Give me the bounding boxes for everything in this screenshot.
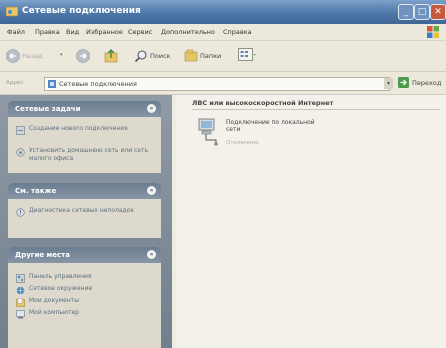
collapse-chevron-icon[interactable]: « xyxy=(147,250,156,259)
network-places-icon xyxy=(16,286,25,295)
group-header: ЛВС или высокоскоростной Интернет xyxy=(192,99,334,107)
task-home-network-label: Установить домашнюю сеть или сеть малого… xyxy=(29,147,149,162)
up-folder-icon xyxy=(104,49,118,63)
address-bar: Адрес Сетевые подключения ▾ Переход xyxy=(0,72,446,95)
network-tasks-panel: Сетевые задачи « Создание нового подключ… xyxy=(8,101,161,173)
address-value: Сетевые подключения xyxy=(59,80,137,88)
up-folder-button[interactable] xyxy=(104,48,118,63)
group-divider xyxy=(192,109,440,110)
views-button[interactable] xyxy=(238,48,256,62)
place-my-documents-label: Мои документы xyxy=(29,297,80,304)
back-button[interactable]: Назад xyxy=(6,49,43,63)
go-arrow-icon xyxy=(398,77,409,88)
other-places-title: Другие места xyxy=(15,251,70,259)
new-connection-icon xyxy=(16,126,25,135)
control-panel-icon xyxy=(16,274,25,283)
connection-status: Отключено xyxy=(226,140,259,146)
folders-button[interactable]: Папки xyxy=(184,49,221,63)
menu-tools[interactable]: Сервис xyxy=(128,28,152,36)
see-also-title: См. также xyxy=(15,187,57,195)
forward-button[interactable] xyxy=(76,49,90,63)
close-button[interactable]: ✕ xyxy=(430,4,446,20)
other-places-header[interactable]: Другие места « xyxy=(8,247,161,263)
minimize-button[interactable]: _ xyxy=(398,4,414,20)
chevron-down-icon: ▾ xyxy=(386,80,390,87)
see-also-panel: См. также « Диагностика сетевых неполадо… xyxy=(8,183,161,238)
content-area: ЛВС или высокоскоростной Интернет Подклю… xyxy=(176,95,446,348)
collapse-chevron-icon[interactable]: « xyxy=(147,186,156,195)
maximize-button[interactable]: □ xyxy=(414,4,430,20)
place-my-computer-label: Мой компьютер xyxy=(29,309,79,316)
diagnostics-icon xyxy=(16,208,25,217)
other-places-panel: Другие места « Панель управления Сетевое… xyxy=(8,247,161,348)
back-arrow-icon xyxy=(6,49,20,63)
lan-connection-icon xyxy=(198,118,218,146)
back-dropdown[interactable]: ▾ xyxy=(60,52,63,58)
search-button[interactable]: Поиск xyxy=(134,49,171,63)
go-label: Переход xyxy=(412,78,442,87)
my-computer-icon xyxy=(16,310,25,319)
collapse-chevron-icon[interactable]: « xyxy=(147,104,156,113)
forward-arrow-icon xyxy=(76,49,90,63)
back-label: Назад xyxy=(22,52,43,60)
menu-edit[interactable]: Правка xyxy=(35,28,60,36)
network-folder-icon xyxy=(6,6,18,17)
back-dropdown-icon: ▾ xyxy=(60,52,63,58)
search-icon xyxy=(134,50,147,63)
address-label: Адрес xyxy=(6,80,24,86)
task-pane: Сетевые задачи « Создание нового подключ… xyxy=(0,95,172,348)
menu-help[interactable]: Справка xyxy=(223,28,252,36)
network-connections-icon xyxy=(48,80,56,88)
views-icon xyxy=(238,48,256,61)
search-label: Поиск xyxy=(150,52,171,60)
menu-view[interactable]: Вид xyxy=(66,28,79,36)
menu-bar: Файл Правка Вид Избранное Сервис Дополни… xyxy=(0,24,446,41)
place-network-label: Сетевое окружение xyxy=(29,285,93,292)
go-button[interactable]: Переход xyxy=(398,77,441,88)
address-field[interactable]: Сетевые подключения xyxy=(44,77,390,91)
windows-logo-icon xyxy=(427,26,439,38)
window-title: Сетевые подключения xyxy=(22,6,141,16)
connection-name: Подключение по локальной сети xyxy=(226,119,315,133)
menu-file[interactable]: Файл xyxy=(7,28,25,36)
place-control-panel-label: Панель управления xyxy=(29,273,92,280)
task-new-connection-label: Создание нового подключения xyxy=(29,125,128,132)
home-network-icon xyxy=(16,148,25,157)
toolbar: Назад ▾ Поиск Папки xyxy=(0,41,446,72)
network-tasks-header[interactable]: Сетевые задачи « xyxy=(8,101,161,117)
connection-item[interactable]: Подключение по локальной сети Отключено xyxy=(196,117,346,157)
see-also-header[interactable]: См. также « xyxy=(8,183,161,199)
my-documents-icon xyxy=(16,298,25,307)
folders-label: Папки xyxy=(200,52,222,60)
network-tasks-title: Сетевые задачи xyxy=(15,105,81,113)
folders-icon xyxy=(184,49,198,62)
title-bar[interactable]: Сетевые подключения _ □ ✕ xyxy=(0,0,446,24)
menu-advanced[interactable]: Дополнительно xyxy=(161,28,215,36)
see-also-diagnostics-label: Диагностика сетевых неполадок xyxy=(29,207,134,214)
address-dropdown-button[interactable]: ▾ xyxy=(384,78,393,89)
menu-favorites[interactable]: Избранное xyxy=(86,28,123,36)
network-connections-window: Сетевые подключения _ □ ✕ Файл Правка Ви… xyxy=(0,0,446,348)
